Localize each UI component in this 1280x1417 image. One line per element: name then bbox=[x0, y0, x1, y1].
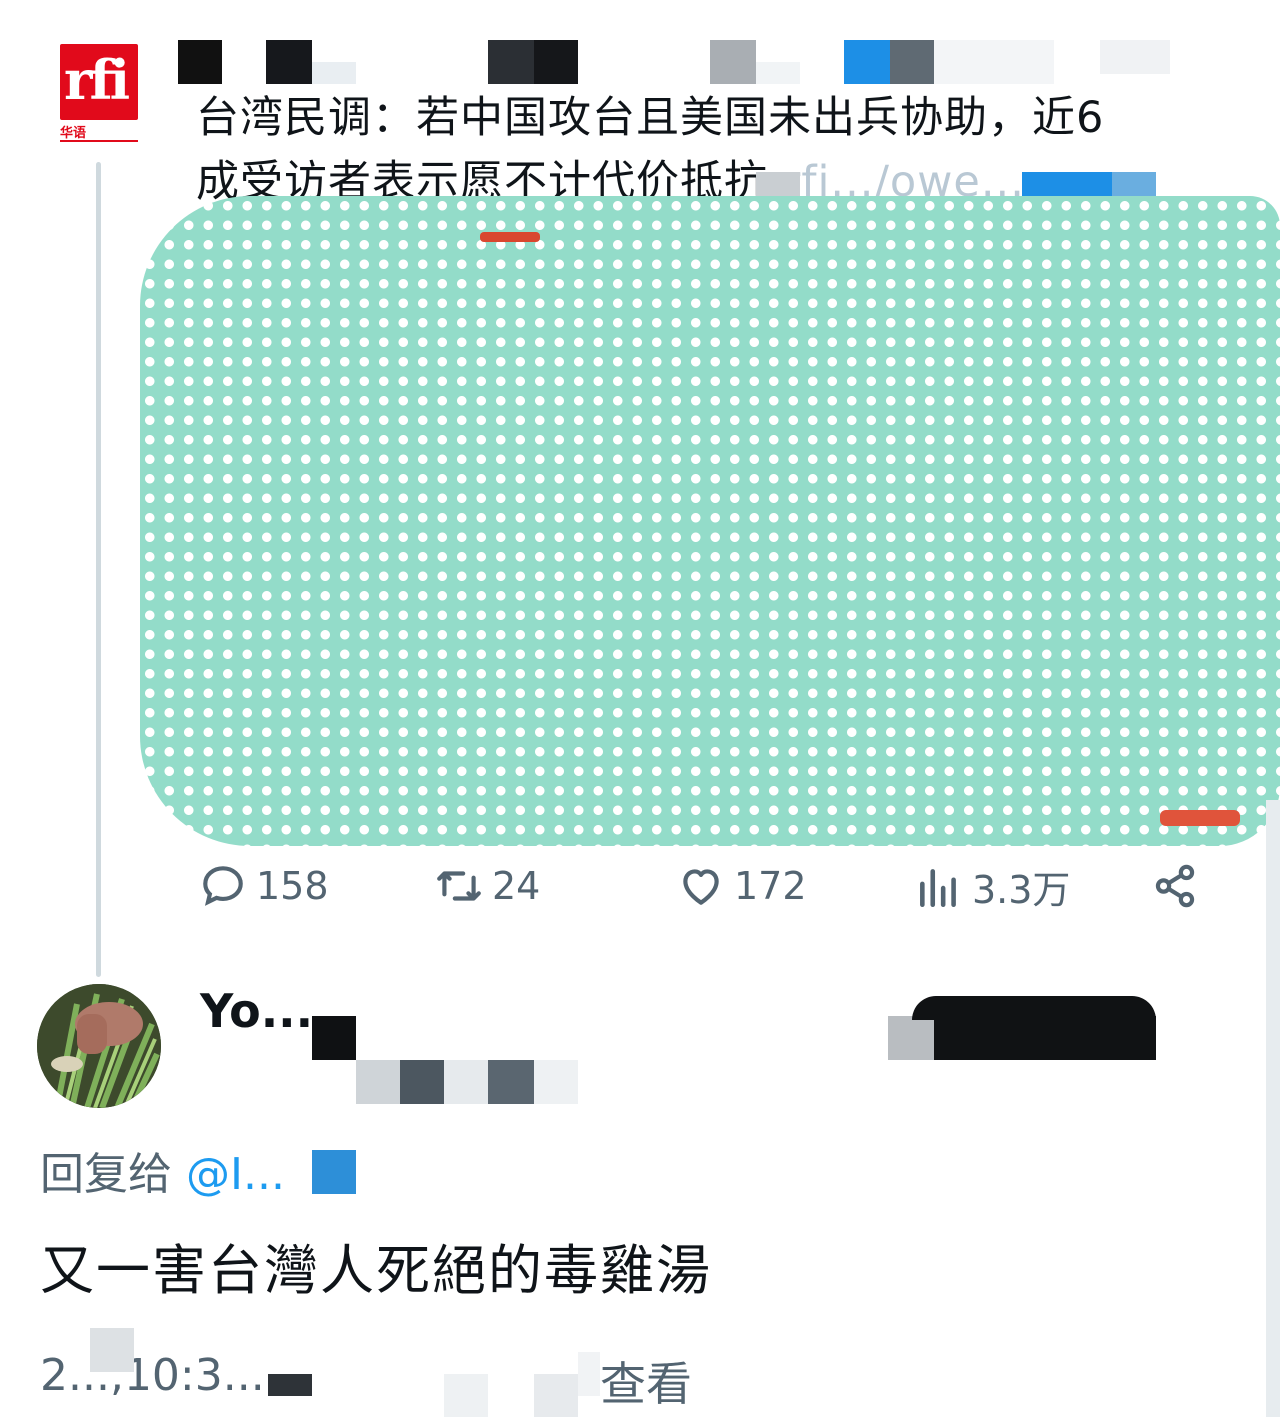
avatar[interactable] bbox=[37, 984, 161, 1108]
media-red-fragment bbox=[480, 232, 540, 242]
reply-to-label: 回复给 bbox=[40, 1149, 172, 1200]
logo-underline bbox=[60, 140, 138, 142]
retweet-count: 24 bbox=[492, 864, 541, 908]
like-count: 172 bbox=[734, 864, 807, 908]
view-link[interactable]: 查看 bbox=[600, 1348, 692, 1414]
like-button[interactable]: 172 bbox=[676, 858, 807, 914]
share-button[interactable] bbox=[1150, 858, 1200, 914]
media-red-fragment bbox=[1160, 810, 1240, 826]
thread-connector-line bbox=[96, 162, 101, 977]
views-icon bbox=[920, 869, 956, 908]
views-button[interactable]: 3.3万 bbox=[914, 858, 1070, 914]
logo-letters: rfi bbox=[64, 48, 130, 112]
avatar-image bbox=[37, 984, 161, 1108]
heart-icon bbox=[683, 869, 719, 905]
reply-icon bbox=[203, 866, 243, 906]
reply-button[interactable]: 158 bbox=[198, 858, 329, 914]
tweet-media-obscured[interactable] bbox=[140, 196, 1280, 846]
share-icon bbox=[1155, 864, 1195, 908]
reply-to-handle[interactable]: @I... bbox=[186, 1149, 285, 1200]
reply-to-line: 回复给 @I... bbox=[40, 1138, 285, 1202]
rfi-logo[interactable]: rfi 华语 bbox=[60, 44, 138, 142]
retweet-button[interactable]: 24 bbox=[434, 858, 540, 914]
retweet-icon bbox=[437, 871, 481, 901]
reply-count: 158 bbox=[256, 864, 329, 908]
scroll-edge bbox=[1266, 800, 1280, 1417]
views-count: 3.3万 bbox=[972, 867, 1071, 912]
reply-text: 又一害台灣人死絕的毒雞湯 bbox=[40, 1239, 712, 1302]
tweet-text-line-1: 台湾民调：若中国攻台且美国未出兵协助，近6 bbox=[196, 93, 1105, 143]
reply-author-name[interactable]: Yo... bbox=[200, 984, 313, 1038]
redacted-handle-block bbox=[312, 1150, 356, 1194]
tweet-action-bar: 158 24 172 3.3万 bbox=[198, 858, 1208, 914]
reply-timestamp[interactable]: 2...,10:3... bbox=[40, 1350, 265, 1401]
logo-subtitle: 华语 bbox=[60, 126, 87, 141]
